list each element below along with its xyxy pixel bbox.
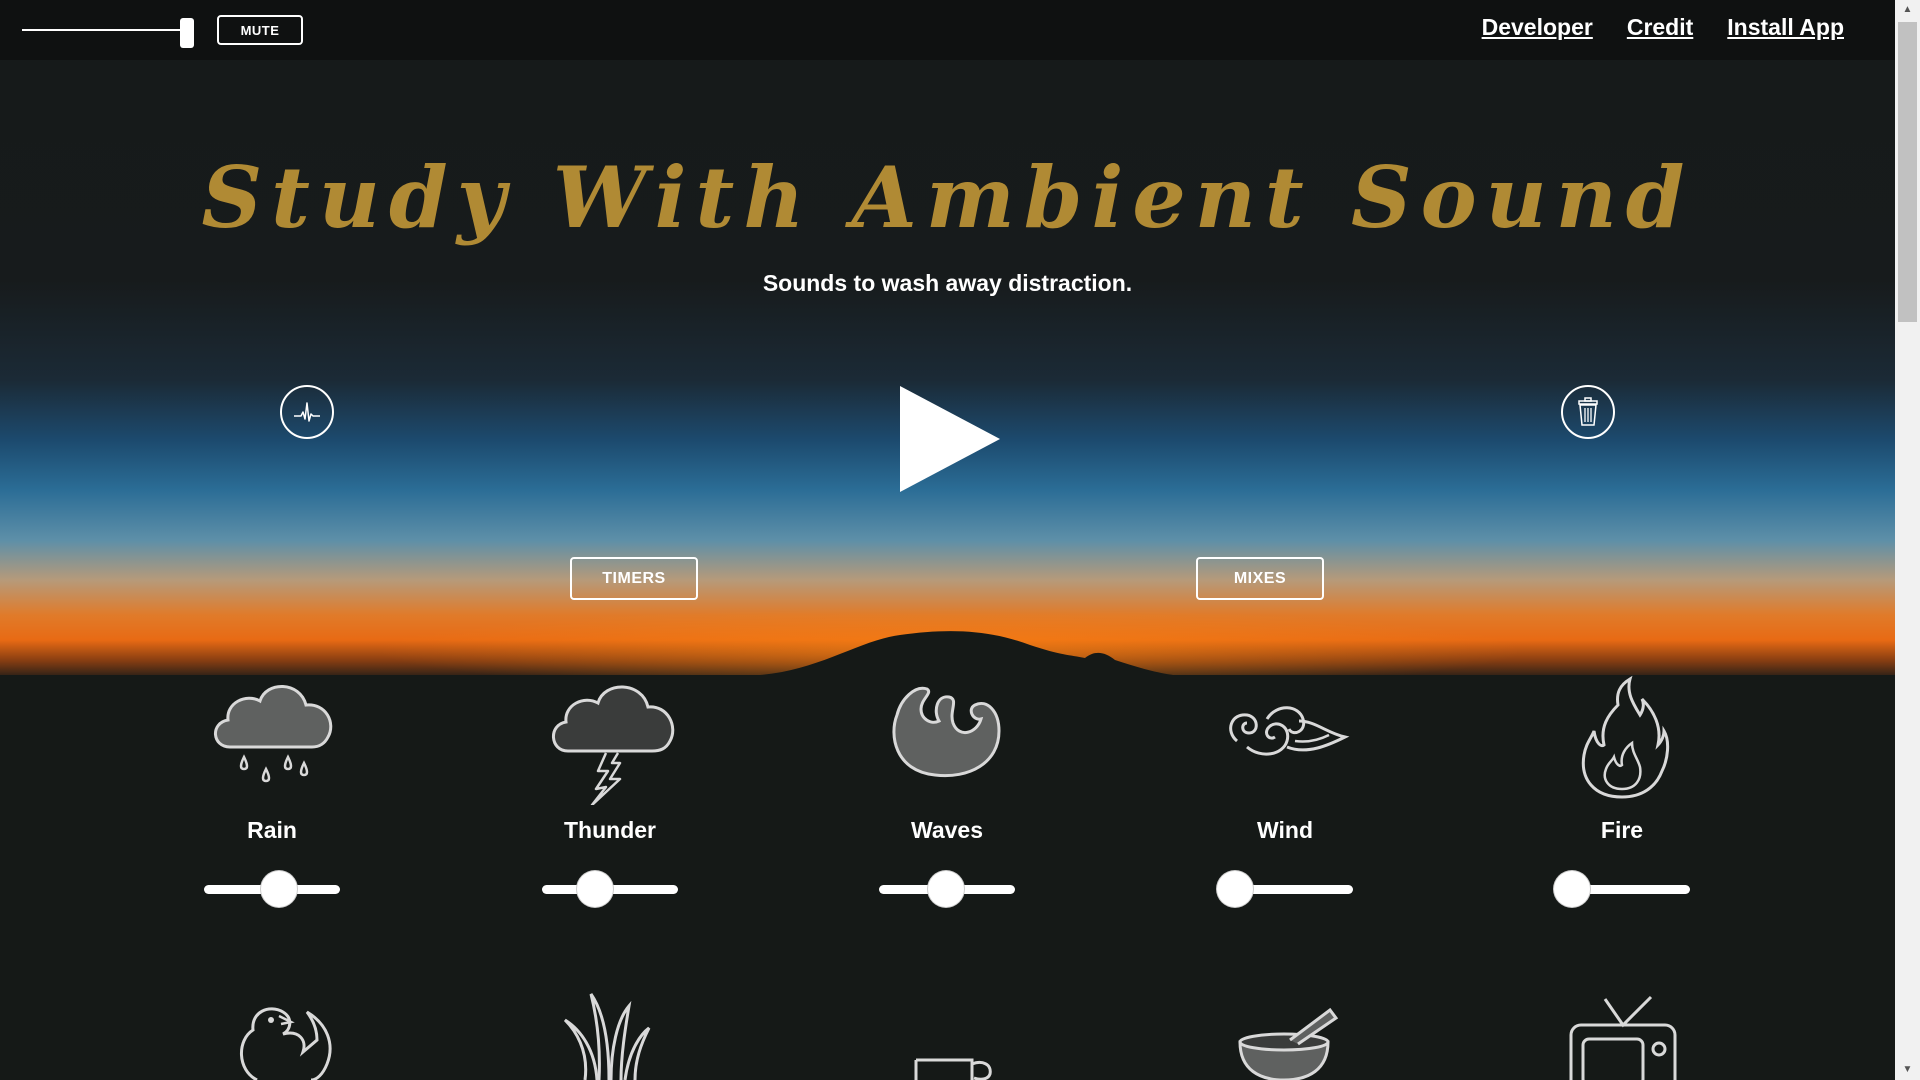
page-scrollbar[interactable]: ▲ ▼ (1895, 0, 1920, 1080)
top-bar: MUTE Developer Credit Install App (0, 0, 1895, 60)
master-volume-slider[interactable] (22, 18, 196, 48)
sound-label-waves: Waves (910, 817, 984, 843)
grass-icon[interactable] (510, 990, 710, 1080)
sound-tile-wind: Wind (1185, 675, 1385, 907)
sound-tile-thunder: Thunder (510, 675, 710, 907)
waves-volume-thumb[interactable] (928, 871, 964, 907)
install-app-link[interactable]: Install App (1727, 14, 1844, 41)
sound-tile-rain: Rain (172, 675, 372, 907)
play-icon (900, 386, 1000, 492)
scroll-up-arrow-icon[interactable]: ▲ (1895, 0, 1920, 20)
page-title: Study With Ambient Sound (201, 148, 1694, 247)
mixes-button[interactable]: MIXES (1196, 557, 1324, 600)
sound-label-wind: Wind (1257, 817, 1313, 843)
timers-button[interactable]: TIMERS (570, 557, 698, 600)
singing-bowl-icon[interactable] (1185, 990, 1385, 1080)
sunset-background (0, 0, 1895, 680)
coffee-cup-icon[interactable] (847, 990, 1047, 1080)
rain-volume-thumb[interactable] (261, 871, 297, 907)
viewport: MUTE Developer Credit Install App Study … (0, 0, 1895, 1080)
thunder-cloud-icon[interactable] (510, 675, 710, 805)
thunder-volume-thumb[interactable] (577, 871, 613, 907)
rain-cloud-icon[interactable] (172, 675, 372, 805)
master-volume-thumb[interactable] (179, 18, 194, 48)
fire-volume-thumb[interactable] (1554, 871, 1590, 907)
waves-volume-slider[interactable] (879, 871, 1015, 907)
sound-tile-fire: Fire (1522, 675, 1722, 907)
television-icon[interactable] (1522, 995, 1722, 1080)
play-button[interactable] (898, 384, 1002, 494)
sound-label-fire: Fire (1600, 817, 1644, 843)
rain-volume-slider[interactable] (204, 871, 340, 907)
wind-volume-slider[interactable] (1217, 871, 1353, 907)
credit-link[interactable]: Credit (1627, 14, 1693, 41)
page-subtitle: Sounds to wash away distraction. (762, 270, 1133, 296)
scrollbar-thumb[interactable] (1898, 22, 1917, 322)
waveform-icon (294, 402, 320, 422)
wind-volume-thumb[interactable] (1217, 871, 1253, 907)
thunder-volume-slider[interactable] (542, 871, 678, 907)
sound-label-thunder: Thunder (564, 817, 656, 843)
trash-icon (1578, 397, 1598, 426)
sound-label-rain: Rain (247, 817, 297, 843)
wind-icon[interactable] (1185, 675, 1385, 805)
master-volume-track (22, 29, 192, 31)
mute-button[interactable]: MUTE (217, 15, 303, 45)
fire-volume-slider[interactable] (1554, 871, 1690, 907)
scroll-down-arrow-icon[interactable]: ▼ (1895, 1060, 1920, 1080)
developer-link[interactable]: Developer (1482, 14, 1593, 41)
fire-icon[interactable] (1522, 675, 1722, 805)
waveform-button[interactable] (280, 385, 334, 439)
nav-links: Developer Credit Install App (1482, 14, 1844, 41)
sound-tile-waves: Waves (847, 675, 1047, 907)
waves-icon[interactable] (847, 675, 1047, 805)
bird-icon[interactable] (172, 990, 372, 1080)
clear-mix-button[interactable] (1561, 385, 1615, 439)
